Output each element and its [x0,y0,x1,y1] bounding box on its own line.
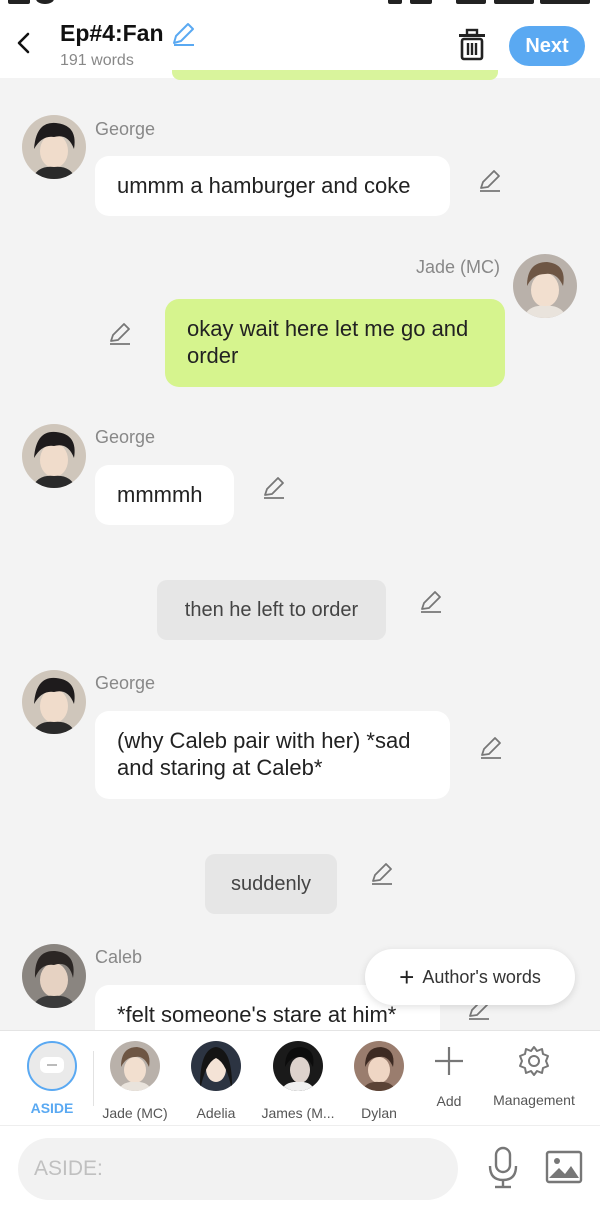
pencil-icon[interactable] [170,21,196,47]
pencil-icon[interactable] [478,734,504,760]
input-bar [0,1125,600,1210]
aside-bubble[interactable]: then he left to order [157,580,386,640]
episode-title[interactable]: Ep#4:Fan [60,20,196,47]
character-label: ASIDE [30,1100,74,1116]
top-bar: Ep#4:Fan 191 words Next [0,8,600,78]
pencil-icon[interactable] [477,167,503,193]
add-character-button[interactable]: Add [424,1041,474,1121]
chat-area[interactable]: George ummm a hamburger and coke Jade (M… [0,78,600,1030]
pencil-icon[interactable] [418,588,444,614]
plus-icon [435,1047,463,1075]
avatar-jade [110,1041,160,1091]
avatar-dylan [354,1041,404,1091]
author-words-button[interactable]: + Author's words [365,949,575,1005]
management-label: Management [493,1092,575,1108]
message-bubble[interactable]: (why Caleb pair with her) *sad and stari… [95,711,450,799]
aside-chat-icon [27,1041,77,1091]
avatar-george[interactable] [22,115,86,179]
image-icon[interactable] [545,1150,583,1184]
speaker-name: Jade (MC) [416,257,501,277]
pencil-icon[interactable] [261,474,287,500]
speaker-name: Caleb [95,947,143,967]
character-label: Jade (MC) [102,1105,168,1121]
character-label: Dylan [361,1105,397,1121]
trash-icon[interactable] [456,28,488,62]
character-aside[interactable]: ASIDE [22,1041,82,1121]
avatar-george[interactable] [22,670,86,734]
message-bubble-mc[interactable]: okay wait here let me go and order [165,299,505,387]
character-james[interactable]: James (M... [260,1041,336,1121]
character-jade[interactable]: Jade (MC) [98,1041,172,1121]
character-label: James (M... [261,1105,335,1121]
plus-icon: + [399,962,415,992]
avatar-james [273,1041,323,1091]
message-input[interactable] [18,1138,458,1200]
episode-title-text: Ep#4:Fan [60,20,164,46]
status-bar [0,0,600,8]
avatar-adelia [191,1041,241,1091]
management-button[interactable]: Management [488,1041,580,1121]
character-bar: ASIDE Jade (MC) Adelia James (M... Dylan… [0,1030,600,1125]
character-dylan[interactable]: Dylan [348,1041,410,1121]
word-count: 191 words [60,52,134,69]
message-bubble[interactable]: mmmmh [95,465,234,525]
character-label: Adelia [196,1105,236,1121]
character-adelia[interactable]: Adelia [183,1041,249,1121]
pencil-icon[interactable] [107,320,133,346]
speaker-name: George [95,427,156,447]
next-button[interactable]: Next [509,26,585,66]
speaker-name: George [95,673,156,693]
gear-icon [519,1046,549,1076]
aside-bubble[interactable]: suddenly [205,854,337,914]
avatar-caleb[interactable] [22,944,86,1008]
pencil-icon[interactable] [369,860,395,886]
speaker-name: George [95,119,156,139]
avatar-jade[interactable] [513,254,577,318]
message-bubble[interactable]: ummm a hamburger and coke [95,156,450,216]
author-words-label: Author's words [422,966,541,987]
add-label: Add [436,1093,462,1109]
microphone-icon[interactable] [486,1146,520,1190]
divider [93,1051,94,1106]
avatar-george[interactable] [22,424,86,488]
back-arrow-icon[interactable] [12,28,36,58]
